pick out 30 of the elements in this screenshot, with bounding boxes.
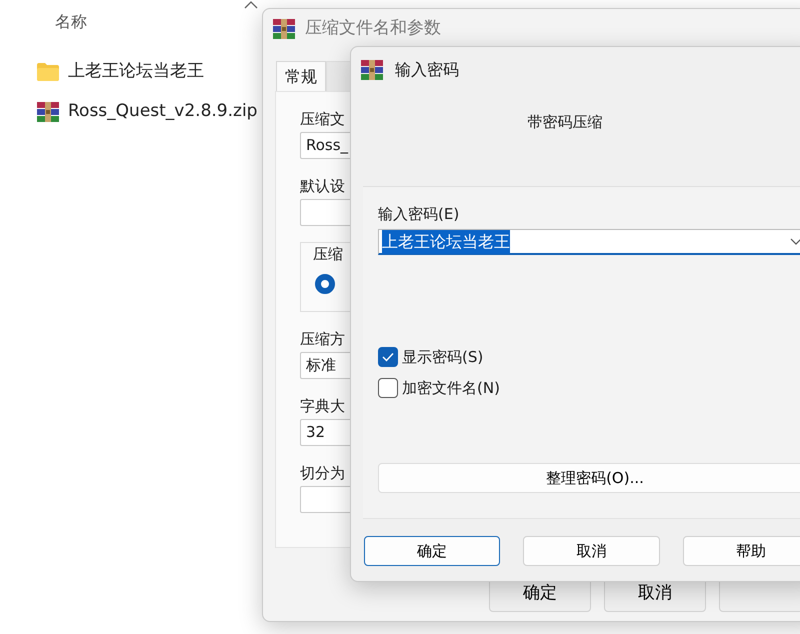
archive-icon (361, 60, 383, 80)
password-combobox[interactable]: 上老王论坛当老王 (378, 229, 800, 256)
tab[interactable]: 常规 (276, 61, 326, 91)
chevron-down-icon[interactable] (790, 238, 800, 246)
checkbox-label[interactable]: 显示密码(S) (402, 346, 484, 368)
field-label: 默认设 (300, 176, 345, 195)
window-title: 输入密码 (395, 59, 459, 81)
window-title: 压缩文件名和参数 (305, 17, 441, 40)
file-name[interactable]: Ross_Quest_v2.8.9.zip (68, 99, 258, 125)
folder-icon (37, 63, 59, 81)
checkbox[interactable] (378, 346, 398, 367)
checkbox[interactable] (378, 378, 398, 398)
column-header[interactable]: 名称 (55, 10, 87, 34)
field-label: 切分为 (300, 463, 345, 482)
archive-icon (273, 19, 295, 39)
dialog-button[interactable]: 确定 (364, 536, 500, 566)
dialog-heading: 带密码压缩 (528, 113, 602, 131)
dialog-button[interactable]: 取消 (523, 536, 660, 566)
field-label: 压缩方 (300, 329, 345, 348)
field-label: 输入密码(E) (378, 204, 460, 225)
organize-passwords-button[interactable]: 整理密码(O)... (378, 463, 800, 494)
field-label: 压缩文 (300, 109, 345, 128)
check-icon (382, 352, 394, 362)
file-name[interactable]: 上老王论坛当老王 (68, 59, 204, 85)
field-label: 字典大 (300, 396, 345, 415)
archive-icon (37, 102, 59, 122)
radio-button[interactable] (315, 274, 335, 294)
checkbox-label[interactable]: 加密文件名(N) (402, 376, 500, 399)
dialog-button[interactable]: 帮助 (682, 536, 800, 566)
sort-caret-icon (244, 0, 258, 9)
